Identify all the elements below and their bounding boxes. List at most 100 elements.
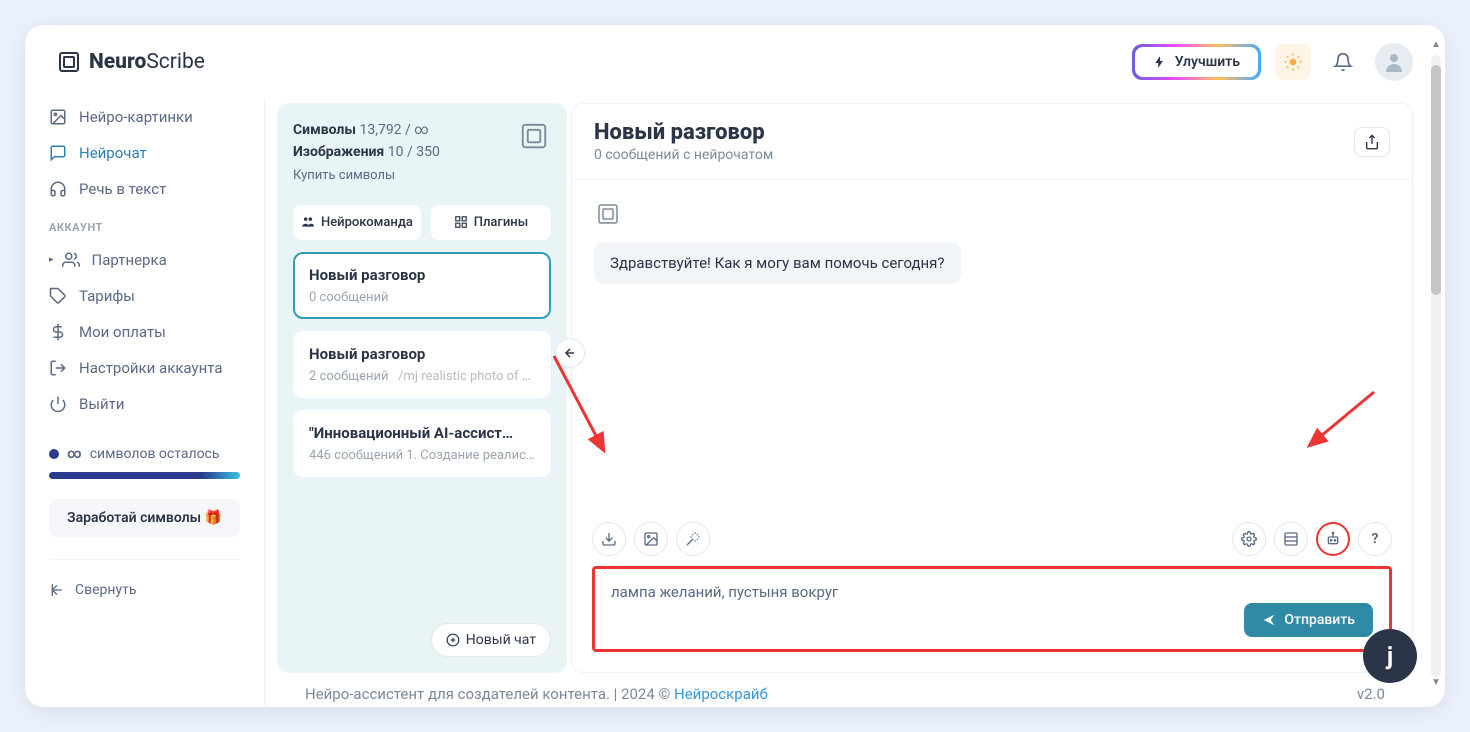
messages: Здравствуйте! Как я могу вам помочь сего… [572, 180, 1412, 512]
conversation-title: Новый разговор [309, 345, 535, 363]
footer-link[interactable]: Нейроскрайб [674, 685, 768, 703]
chat-icon [49, 144, 67, 162]
scrollbar-thumb[interactable] [1431, 65, 1441, 295]
rocket-icon [1153, 55, 1167, 69]
plugins-label: Плагины [474, 215, 528, 230]
layout-icon [1283, 531, 1299, 547]
message-bubble: Здравствуйте! Как я могу вам помочь сего… [594, 242, 961, 284]
team-icon [301, 215, 315, 229]
collapse-label: Свернуть [75, 582, 136, 598]
footer-version: v2.0 [1357, 685, 1385, 703]
share-icon [1364, 134, 1380, 150]
user-icon [1382, 50, 1406, 74]
sidebar-item-settings[interactable]: Настройки аккаунта [37, 350, 252, 386]
help-widget[interactable]: j [1363, 629, 1417, 683]
buy-symbols-link[interactable]: Купить символы [293, 166, 440, 187]
users-icon [62, 251, 80, 269]
magic-tool-button[interactable] [676, 522, 710, 556]
conversation-item[interactable]: "Инновационный AI-ассист… 446 сообщений … [293, 410, 551, 477]
send-label: Отправить [1284, 612, 1355, 628]
avatar[interactable] [1375, 43, 1413, 81]
message-input[interactable]: лампа желаний, пустыня вокруг [611, 583, 1373, 601]
collapse-icon [49, 582, 65, 598]
panel-logo-icon [517, 119, 551, 153]
share-button[interactable] [1354, 127, 1390, 157]
collapse-panel-button[interactable] [555, 338, 585, 368]
upgrade-button[interactable]: Улучшить [1132, 44, 1261, 80]
chat-list-panel: Символы 13,792 / ∞ Изображения 10 / 350 … [277, 103, 567, 673]
images-value: 10 / 350 [388, 144, 440, 160]
conversation-meta: 0 сообщений [309, 290, 535, 305]
status-dot [49, 449, 59, 459]
settings-tool-button[interactable] [1232, 522, 1266, 556]
scrollbar[interactable] [1431, 55, 1441, 677]
sidebar-item-label: Выйти [79, 395, 125, 413]
sidebar-item-label: Мои оплаты [79, 323, 166, 341]
main: Символы 13,792 / ∞ Изображения 10 / 350 … [265, 99, 1425, 707]
symbols-label: Символы [293, 122, 356, 138]
new-chat-label: Новый чат [466, 632, 536, 648]
sidebar-item-label: Настройки аккаунта [79, 359, 222, 377]
images-label: Изображения [293, 144, 384, 160]
chat-title: Новый разговор [594, 120, 773, 145]
sidebar-item-chat[interactable]: Нейрочат [37, 135, 252, 171]
sidebar-item-label: Партнерка [92, 251, 167, 269]
exit-icon [49, 359, 67, 377]
team-pill[interactable]: Нейрокоманда [293, 205, 421, 240]
plugins-pill[interactable]: Плагины [431, 205, 551, 240]
sidebar-item-logout[interactable]: Выйти [37, 386, 252, 422]
symbols-value: 13,792 / ∞ [359, 122, 428, 138]
sidebar-item-label: Речь в текст [79, 180, 166, 198]
chat-subtitle: 0 сообщений с нейрочатом [594, 147, 773, 163]
sidebar-item-tariffs[interactable]: Тарифы [37, 278, 252, 314]
collapse-sidebar-button[interactable]: Свернуть [37, 574, 252, 606]
send-button[interactable]: Отправить [1244, 603, 1373, 637]
earn-symbols-button[interactable]: Заработай символы 🎁 [49, 499, 240, 537]
attach-button[interactable] [592, 522, 626, 556]
image-icon [643, 531, 659, 547]
sun-icon [1283, 52, 1303, 72]
team-label: Нейрокоманда [321, 215, 413, 230]
sidebar-item-partner[interactable]: Партнерка [37, 242, 252, 278]
sidebar-item-label: Тарифы [79, 287, 135, 305]
progress-bar [49, 472, 240, 479]
chat-panel: Новый разговор 0 сообщений с нейрочатом [571, 103, 1413, 673]
scroll-down[interactable]: ▼ [1431, 677, 1441, 691]
conversation-title: Новый разговор [309, 266, 535, 284]
sidebar-item-payments[interactable]: Мои оплаты [37, 314, 252, 350]
conversation-item[interactable]: Новый разговор 0 сообщений [293, 252, 551, 319]
sidebar-item-label: Нейро-картинки [79, 108, 193, 126]
question-icon: ? [1372, 531, 1379, 547]
tag-icon [49, 287, 67, 305]
send-icon [1262, 613, 1276, 627]
sidebar-item-label: Нейрочат [79, 144, 147, 162]
grid-icon [454, 215, 468, 229]
notifications-button[interactable] [1325, 44, 1361, 80]
conversation-item[interactable]: Новый разговор 2 сообщений /mj realistic… [293, 331, 551, 398]
help-button[interactable]: ? [1358, 522, 1392, 556]
scroll-up[interactable]: ▲ [1431, 39, 1441, 53]
app-window: ▲ ▼ NeuroScribe Улучшить [25, 25, 1445, 707]
sidebar-item-speech[interactable]: Речь в текст [37, 171, 252, 207]
input-area: ? лампа желаний, пустыня вокруг Отправит… [572, 512, 1412, 672]
robot-icon [1325, 531, 1341, 547]
layout-tool-button[interactable] [1274, 522, 1308, 556]
chat-header: Новый разговор 0 сообщений с нейрочатом [572, 104, 1412, 180]
header: NeuroScribe Улучшить [25, 25, 1445, 99]
bot-tool-button[interactable] [1316, 522, 1350, 556]
image-icon [49, 108, 67, 126]
sidebar-item-images[interactable]: Нейро-картинки [37, 99, 252, 135]
plus-circle-icon [446, 633, 460, 647]
footer: Нейро-ассистент для создателей контента.… [277, 673, 1413, 707]
conversation-meta: 446 сообщений 1. Создание реалисти… [309, 448, 535, 463]
upgrade-label: Улучшить [1175, 54, 1240, 70]
symbols-remaining: ∞ символов осталось [37, 446, 252, 462]
theme-toggle[interactable] [1275, 44, 1311, 80]
logo-icon [57, 50, 81, 74]
image-tool-button[interactable] [634, 522, 668, 556]
symbols-remaining-label: символов осталось [90, 446, 220, 462]
logo[interactable]: NeuroScribe [57, 50, 205, 74]
download-icon [601, 531, 617, 547]
new-chat-button[interactable]: Новый чат [431, 623, 551, 657]
logo-light: Scribe [146, 50, 205, 74]
